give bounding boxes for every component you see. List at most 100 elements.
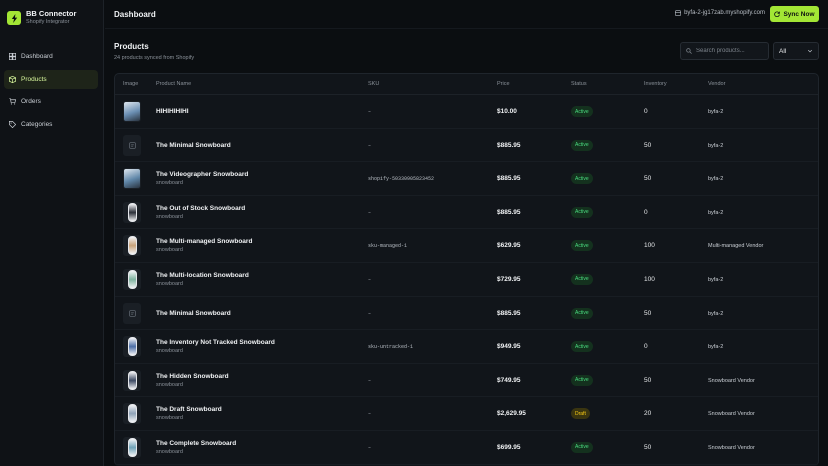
product-image	[127, 269, 137, 289]
product-type: snowboard	[156, 213, 183, 220]
product-price: $885.95	[497, 141, 521, 149]
product-sku: sku-managed-1	[368, 243, 408, 250]
product-type: snowboard	[156, 247, 183, 254]
product-thumbnail	[123, 268, 141, 290]
product-name[interactable]: The Minimal Snowboard	[156, 142, 231, 149]
product-type: snowboard	[156, 381, 183, 388]
product-name[interactable]: The Draft Snowboard	[156, 406, 222, 413]
status-badge: Active	[571, 106, 593, 117]
column-header-vendor: Vendor	[708, 81, 726, 87]
product-name-cell: HIHIHIHIHI	[156, 108, 189, 115]
product-image	[124, 169, 140, 189]
product-name[interactable]: The Videographer Snowboard	[156, 171, 248, 178]
sidebar-item-orders[interactable]: Orders	[4, 92, 98, 111]
product-type: snowboard	[156, 180, 183, 187]
product-name[interactable]: The Minimal Snowboard	[156, 310, 231, 317]
tag-icon	[9, 120, 16, 128]
product-image	[124, 102, 140, 121]
product-name[interactable]: The Out of Stock Snowboard	[156, 205, 245, 212]
table-row[interactable]: The Inventory Not Tracked Snowboard snowb…	[115, 330, 818, 364]
product-inventory: 50	[644, 443, 652, 451]
product-inventory: 50	[644, 141, 652, 149]
table-row[interactable]: The Minimal Snowboard – $885.95 Active 50 byf…	[115, 129, 818, 163]
header: Dashboard byfa-2-jg17zab.myshopify.com S…	[105, 0, 828, 29]
table-row[interactable]: The Multi-location Snowboard snowboard – $7…	[115, 263, 818, 297]
product-name[interactable]: The Complete Snowboard	[156, 440, 236, 447]
sidebar-item-categories[interactable]: Categories	[4, 115, 98, 134]
table-row[interactable]: The Complete Snowboard snowboard – $699.95 A…	[115, 431, 818, 465]
table-row[interactable]: The Minimal Snowboard – $885.95 Active 50 byf…	[115, 297, 818, 331]
bolt-icon	[7, 11, 21, 25]
page-title: Dashboard	[114, 10, 156, 19]
product-price: $885.95	[497, 208, 521, 216]
table-row[interactable]: The Out of Stock Snowboard snowboard – $885…	[115, 196, 818, 230]
product-inventory: 0	[644, 343, 648, 351]
image-placeholder-icon	[128, 141, 136, 149]
status-filter-select[interactable]: All	[773, 42, 819, 60]
search-icon	[686, 48, 692, 54]
product-name-cell: The Minimal Snowboard	[156, 310, 231, 317]
status-badge: Active	[571, 139, 593, 151]
product-image	[127, 337, 137, 357]
product-price: $949.95	[497, 343, 521, 351]
status-badge: Active	[571, 441, 593, 453]
product-thumbnail	[123, 101, 141, 122]
table-row[interactable]: HIHIHIHIHI – $10.00 Active 0 byfa-2	[115, 95, 818, 129]
product-name-cell: The Complete Snowboard snowboard	[156, 440, 236, 455]
store-domain-label: byfa-2-jg17zab.myshopify.com	[684, 10, 765, 16]
table-body: HIHIHIHIHI – $10.00 Active 0 byfa-2 The Minima…	[115, 95, 818, 465]
product-vendor: Snowboard Vendor	[708, 444, 755, 451]
sidebar: BB Connector Shopify Integrator Dashboar…	[0, 0, 104, 466]
product-inventory: 100	[644, 275, 655, 283]
table-row[interactable]: The Videographer Snowboard snowboard shopi…	[115, 162, 818, 196]
product-vendor: byfa-2	[708, 142, 724, 149]
product-sku: –	[368, 444, 372, 451]
product-thumbnail	[123, 369, 141, 391]
section-title: Products	[114, 42, 149, 51]
table-row[interactable]: The Hidden Snowboard snowboard – $749.95 Act…	[115, 364, 818, 398]
products-table: Image Product Name SKU Price Status Inve…	[114, 73, 819, 466]
package-icon	[9, 75, 16, 83]
product-thumbnail	[123, 403, 141, 425]
status-badge: Draft	[571, 408, 590, 420]
product-sku: –	[368, 310, 372, 317]
sidebar-item-label: Categories	[21, 120, 53, 128]
product-thumbnail	[123, 235, 141, 257]
product-vendor: byfa-2	[708, 276, 724, 283]
sidebar-item-products[interactable]: Products	[4, 69, 98, 89]
sidebar-nav: Dashboard Products Orders Categories	[4, 47, 98, 137]
column-header-status: Status	[571, 81, 587, 87]
product-name-cell: The Out of Stock Snowboard snowboard	[156, 205, 245, 220]
product-name-cell: The Inventory Not Tracked Snowboard snowb…	[156, 339, 275, 354]
product-name[interactable]: The Multi-location Snowboard	[156, 272, 249, 279]
product-type: snowboard	[156, 348, 183, 355]
product-name[interactable]: The Hidden Snowboard	[156, 373, 229, 380]
table-row[interactable]: The Multi-managed Snowboard snowboard sku-…	[115, 229, 818, 263]
product-name[interactable]: The Inventory Not Tracked Snowboard	[156, 339, 275, 346]
product-vendor: Multi-managed Vendor	[708, 243, 764, 250]
app-name: BB Connector	[26, 9, 77, 18]
product-sku: –	[368, 109, 372, 115]
product-vendor: byfa-2	[708, 209, 724, 216]
product-name[interactable]: HIHIHIHIHI	[156, 108, 189, 115]
product-sku: sku-untracked-1	[368, 344, 414, 351]
sidebar-item-dashboard[interactable]: Dashboard	[4, 47, 98, 66]
product-sku: shopify-50330905823452	[368, 176, 435, 183]
product-price: $2,629.95	[497, 410, 526, 418]
table-row[interactable]: The Draft Snowboard snowboard – $2,629.95 Dr…	[115, 397, 818, 431]
dashboard-icon	[9, 53, 16, 60]
product-thumbnail	[123, 168, 141, 190]
search-box[interactable]	[680, 42, 769, 60]
product-inventory: 100	[644, 242, 655, 250]
product-image	[127, 236, 137, 256]
search-input[interactable]	[696, 48, 766, 54]
section-subtitle: 24 products synced from Shopify	[114, 55, 195, 61]
sync-now-button[interactable]: Sync Now	[770, 6, 819, 22]
product-vendor: byfa-2	[708, 310, 724, 317]
status-filter-value: All	[779, 47, 787, 55]
product-name[interactable]: The Multi-managed Snowboard	[156, 238, 252, 245]
product-sku: –	[368, 377, 372, 384]
product-inventory: 0	[644, 208, 648, 216]
product-thumbnail	[123, 336, 141, 358]
sync-now-label: Sync Now	[783, 10, 815, 18]
